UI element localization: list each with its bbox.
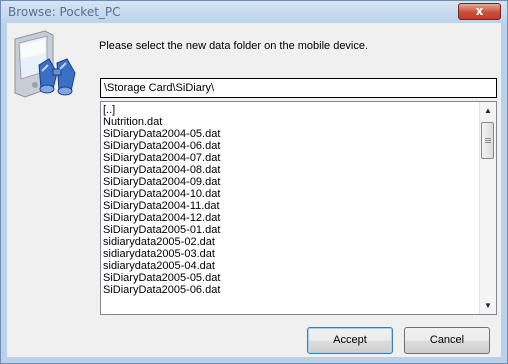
scroll-down-arrow-icon[interactable]: ▼ — [480, 297, 496, 314]
list-item[interactable]: sidiarydata2005-04.dat — [103, 260, 479, 272]
list-item[interactable]: SiDiaryData2005-01.dat — [103, 224, 479, 236]
cancel-button[interactable]: Cancel — [404, 327, 490, 354]
list-item[interactable]: SiDiaryData2004-05.dat — [103, 128, 479, 140]
dialog-body: Please select the new data folder on the… — [7, 23, 501, 357]
list-item[interactable]: [..] — [103, 104, 479, 116]
browse-dialog: Browse: Pocket_PC x Please select the ne… — [0, 0, 508, 364]
instruction-text: Please select the new data folder on the… — [99, 40, 369, 52]
list-item[interactable]: SiDiaryData2004-09.dat — [103, 176, 479, 188]
list-item[interactable]: sidiarydata2005-02.dat — [103, 236, 479, 248]
file-list[interactable]: [..] Nutrition.dat SiDiaryData2004-05.dat S… — [100, 101, 497, 315]
list-item[interactable]: SiDiaryData2004-07.dat — [103, 152, 479, 164]
list-item[interactable]: SiDiaryData2005-06.dat — [103, 284, 479, 296]
list-item[interactable]: SiDiaryData2005-05.dat — [103, 272, 479, 284]
list-item[interactable]: SiDiaryData2004-06.dat — [103, 140, 479, 152]
list-item[interactable]: SiDiaryData2004-11.dat — [103, 200, 479, 212]
list-item[interactable]: SiDiaryData2004-10.dat — [103, 188, 479, 200]
scroll-thumb[interactable] — [481, 122, 494, 159]
scroll-up-arrow-icon[interactable]: ▲ — [480, 102, 496, 119]
window-title: Browse: Pocket_PC — [8, 5, 121, 19]
title-bar[interactable]: Browse: Pocket_PC x — [1, 1, 507, 23]
list-item[interactable]: Nutrition.dat — [103, 116, 479, 128]
accept-button[interactable]: Accept — [307, 327, 393, 354]
folder-path-field[interactable]: \Storage Card\SiDiary\ — [100, 78, 497, 98]
close-icon: x — [475, 4, 484, 18]
list-item[interactable]: SiDiaryData2004-08.dat — [103, 164, 479, 176]
list-item[interactable]: sidiarydata2005-03.dat — [103, 248, 479, 260]
vertical-scrollbar[interactable]: ▲ ▼ — [479, 102, 496, 314]
close-button[interactable]: x — [458, 3, 501, 20]
list-item[interactable]: SiDiaryData2004-12.dat — [103, 212, 479, 224]
binoculars-icon — [38, 58, 76, 96]
pocket-pc-device-icon — [14, 30, 76, 98]
